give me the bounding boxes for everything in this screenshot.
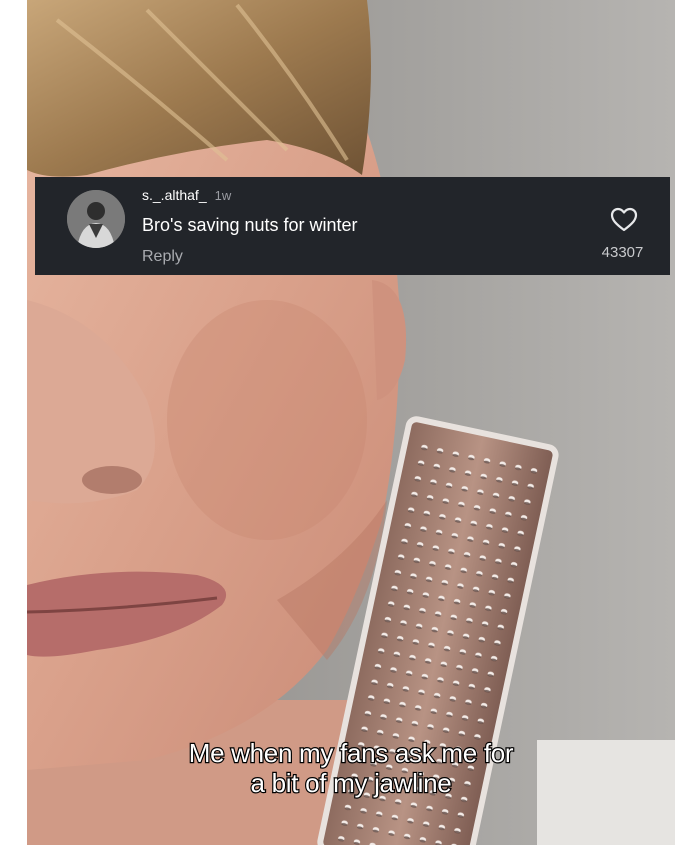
reply-button[interactable]: Reply [142,248,183,266]
video-caption: Me when my fans ask me for a bit of my j… [27,737,675,799]
video-still [27,0,675,845]
comment-username[interactable]: s._.althaf_ [142,187,207,203]
caption-line-2: a bit of my jawline [249,767,453,799]
caption-line-1: Me when my fans ask me for [188,737,515,769]
like-button[interactable] [610,207,638,233]
avatar-image [67,190,125,248]
heart-outline-icon [610,207,638,232]
comment-timestamp: 1w [214,188,232,203]
user-avatar[interactable] [67,190,125,248]
comment-header: s._.althaf_ 1w [142,187,231,203]
comment-text: Bro's saving nuts for winter [142,215,358,235]
like-count: 43307 [601,244,644,261]
comment-card: s._.althaf_ 1w Bro's saving nuts for wint… [35,177,670,275]
video-frame: s._.althaf_ 1w Bro's saving nuts for wint… [27,0,675,845]
